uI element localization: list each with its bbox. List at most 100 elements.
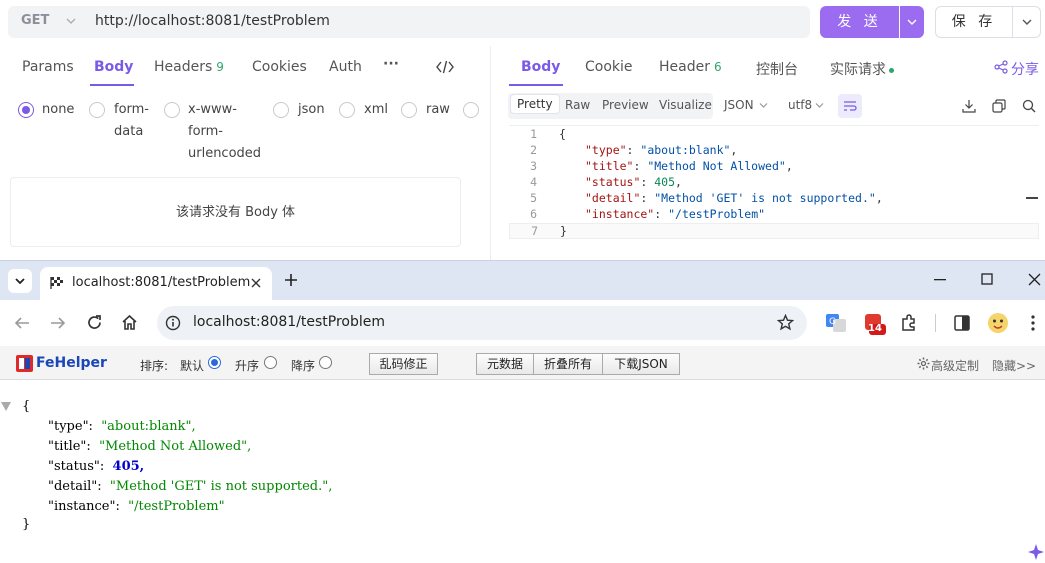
extensions-puzzle-icon[interactable] — [900, 314, 918, 332]
format-raw[interactable]: Raw — [565, 98, 590, 112]
radio-form-data[interactable] — [89, 102, 105, 118]
share-button[interactable]: 分享 — [1011, 59, 1039, 79]
json-row: "status": 405, — [48, 459, 144, 474]
format-pretty[interactable]: Pretty — [510, 94, 560, 114]
line-number: 2 — [530, 143, 537, 157]
code-icon[interactable] — [436, 60, 454, 74]
chevron-down-icon[interactable] — [66, 17, 76, 25]
sort-desc-radio[interactable] — [319, 356, 332, 369]
side-panel-icon[interactable] — [954, 315, 970, 331]
empty-body-message: 该请求没有 Body 体 — [10, 177, 461, 247]
fix-encoding-button[interactable]: 乱码修正 — [369, 353, 438, 375]
site-info-icon[interactable] — [165, 315, 181, 331]
radio-raw-label: raw — [426, 102, 450, 117]
reload-icon[interactable] — [86, 314, 103, 331]
close-icon[interactable] — [250, 277, 262, 289]
chevron-down-icon[interactable] — [815, 102, 824, 109]
response-code-viewer[interactable]: 1{ 2 "type": "about:blank", 3 "title": "Me… — [509, 125, 1039, 260]
download-json-button[interactable]: 下载JSON — [602, 353, 680, 375]
radio-json[interactable] — [273, 102, 289, 118]
collapse-triangle-icon[interactable] — [1, 402, 11, 411]
json-key: "title": — [48, 439, 91, 454]
json-row: "detail": "Method 'GET' is not supported… — [48, 479, 332, 494]
encoding-select[interactable]: utf8 — [788, 98, 812, 112]
sort-label: 排序: — [140, 359, 169, 373]
tab-cookies[interactable]: Cookies — [252, 59, 307, 75]
sort-default-radio[interactable] — [208, 356, 221, 369]
hide-toolbar-link[interactable]: 隐藏>> — [992, 357, 1036, 374]
extension-badge: 14 — [868, 323, 882, 334]
back-arrow-icon[interactable] — [14, 315, 30, 331]
tab-search-button[interactable] — [8, 269, 32, 293]
panel-divider[interactable] — [490, 46, 491, 260]
collapse-all-button[interactable]: 折叠所有 — [533, 353, 603, 375]
advanced-settings-link[interactable]: 高级定制 — [931, 357, 979, 374]
url-bar[interactable]: GET http://localhost:8081/testProblem — [8, 6, 810, 38]
code-text: "title": "Method Not Allowed", — [585, 159, 793, 173]
tab-params[interactable]: Params — [22, 59, 74, 75]
menu-kebab-icon[interactable] — [1031, 315, 1035, 331]
new-tab-plus-icon[interactable] — [284, 273, 298, 287]
translate-extension-icon[interactable]: G — [826, 314, 846, 332]
json-key: "detail": — [48, 479, 102, 494]
sort-asc-radio[interactable] — [264, 356, 277, 369]
format-visualize[interactable]: Visualize — [659, 98, 712, 112]
address-bar[interactable]: localhost:8081/testProblem — [157, 306, 807, 340]
send-button[interactable]: 发 送 — [820, 6, 899, 38]
tab-body[interactable]: Body — [94, 59, 133, 75]
bookmark-star-icon[interactable] — [777, 314, 794, 331]
json-viewer: { "type": "about:blank", "title": "Metho… — [0, 388, 1045, 563]
maximize-icon[interactable] — [981, 273, 993, 285]
copy-icon[interactable] — [992, 99, 1006, 113]
response-tab-actual-request[interactable]: 实际请求 — [830, 59, 894, 79]
forward-arrow-icon[interactable] — [50, 315, 66, 331]
code-line: 4 "status": 405, — [509, 175, 1039, 191]
url-input[interactable]: http://localhost:8081/testProblem — [95, 13, 330, 29]
wrap-lines-icon[interactable] — [838, 94, 862, 118]
method-select[interactable]: GET — [21, 13, 49, 28]
gear-icon[interactable] — [917, 357, 930, 370]
response-tab-cookie[interactable]: Cookie — [585, 59, 633, 75]
tab-headers[interactable]: Headers 9 — [154, 59, 224, 75]
response-tab-header[interactable]: Header 6 — [659, 59, 722, 75]
save-button[interactable]: 保 存 — [935, 6, 1013, 38]
window-close-icon[interactable] — [1028, 273, 1041, 286]
active-tab-indicator — [90, 84, 134, 86]
format-preview[interactable]: Preview — [602, 98, 649, 112]
sort-default-label: 默认 — [180, 359, 205, 373]
share-icon[interactable] — [994, 60, 1008, 74]
metadata-button[interactable]: 元数据 — [476, 353, 534, 375]
address-text[interactable]: localhost:8081/testProblem — [193, 314, 385, 330]
radio-xml[interactable] — [339, 102, 355, 118]
more-tabs-button[interactable]: ··· — [383, 56, 399, 72]
json-close-brace: } — [22, 517, 31, 532]
response-tab-body[interactable]: Body — [521, 59, 560, 75]
chevron-down-icon[interactable] — [759, 102, 768, 109]
tab-auth[interactable]: Auth — [329, 59, 362, 75]
radio-none[interactable] — [18, 102, 34, 118]
profile-avatar[interactable] — [987, 312, 1009, 334]
code-value: "/testProblem" — [668, 207, 766, 221]
save-dropdown-button[interactable] — [1013, 6, 1041, 38]
code-line: 3 "title": "Method Not Allowed", — [509, 159, 1039, 175]
minimize-icon[interactable] — [934, 279, 946, 281]
line-number: 3 — [530, 159, 537, 173]
response-tab-console[interactable]: 控制台 — [756, 59, 798, 79]
radio-form-data-label-1: form- — [114, 102, 150, 117]
language-select[interactable]: JSON — [724, 98, 754, 112]
radio-urlencoded-label-1: x-www- — [188, 102, 237, 117]
download-icon[interactable] — [962, 99, 976, 113]
send-dropdown-button[interactable] — [900, 6, 924, 38]
browser-tab[interactable]: localhost:8081/testProblem — [40, 267, 272, 301]
search-icon[interactable] — [1022, 99, 1036, 113]
response-active-tab-indicator — [509, 84, 563, 86]
radio-binary[interactable] — [463, 102, 479, 118]
radio-raw[interactable] — [401, 102, 417, 118]
sparkle-icon[interactable] — [1027, 543, 1045, 561]
radio-none-label: none — [42, 102, 75, 117]
code-value: "about:blank" — [640, 143, 731, 157]
json-value: "Method Not Allowed", — [99, 439, 252, 454]
code-key: "instance" — [585, 207, 655, 221]
home-icon[interactable] — [121, 314, 138, 331]
radio-urlencoded[interactable] — [164, 102, 180, 118]
